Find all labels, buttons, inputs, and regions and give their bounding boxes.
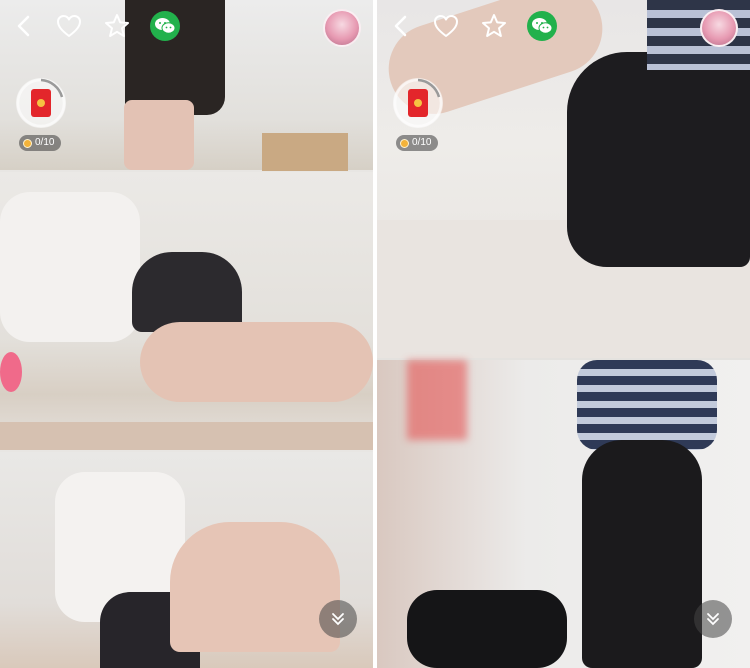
star-outline-icon [482,14,506,37]
wechat-icon [532,18,553,34]
double-chevron-down-icon [332,613,344,626]
legs-image-region [124,100,194,170]
red-packet-button[interactable] [16,78,66,128]
photo-2[interactable] [0,172,373,450]
top-toolbar [377,0,750,52]
scroll-down-button[interactable] [694,600,732,638]
chevron-left-icon [394,15,407,37]
left-post-panel: 0/10 [0,0,373,668]
back-button[interactable] [387,12,415,40]
wechat-share-button[interactable] [150,11,180,41]
red-object-region [407,360,467,440]
like-button[interactable] [55,12,83,40]
red-packet-counter: 0/10 [396,135,439,151]
favorite-button[interactable] [480,12,508,40]
right-post-panel: 0/10 [377,0,750,668]
favorite-button[interactable] [103,12,131,40]
photo-3[interactable] [0,452,373,668]
photo-1[interactable] [377,0,750,358]
box-image-region [262,133,348,171]
red-packet-counter: 0/10 [19,135,62,151]
floor-image-region [0,422,373,450]
double-chevron-down-icon [707,613,719,626]
legs-image-region [140,322,373,402]
like-button[interactable] [432,12,460,40]
coin-icon [23,138,32,148]
red-packet-button[interactable] [393,78,443,128]
top-image-region [0,192,140,342]
author-avatar[interactable] [700,9,738,47]
shoes-image-region [407,590,567,668]
scroll-down-button[interactable] [319,600,357,638]
skirt-image-region [582,440,702,668]
red-packet-icon [31,89,51,117]
back-button[interactable] [10,12,38,40]
red-packet-count-label: 0/10 [35,137,55,148]
sweater-image-region [577,360,717,450]
coin-icon [400,138,409,148]
chevron-left-icon [17,15,30,37]
shorts-image-region [132,252,242,332]
pink-object-region [0,352,22,392]
red-packet-count-label: 0/10 [412,137,432,148]
star-outline-icon [105,14,129,37]
wechat-icon [155,18,176,34]
top-toolbar [0,0,373,52]
heart-outline-icon [57,15,81,37]
legs-image-region [170,522,340,652]
skirt-image-region [567,52,750,267]
wechat-share-button[interactable] [527,11,557,41]
heart-outline-icon [434,15,458,37]
red-packet-icon [408,89,428,117]
author-avatar[interactable] [323,9,361,47]
